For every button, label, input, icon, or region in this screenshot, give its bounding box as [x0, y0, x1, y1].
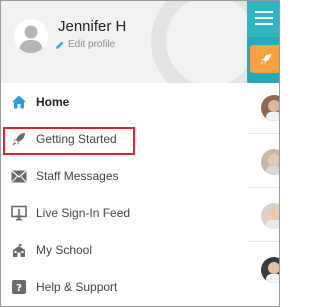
- menu-item-label: Home: [36, 95, 70, 109]
- menu-item-live-sign-in-feed[interactable]: Live Sign-In Feed: [1, 195, 247, 231]
- avatar[interactable]: [261, 203, 279, 229]
- user-name: Jennifer H: [58, 18, 127, 35]
- list-divider: [247, 133, 279, 134]
- avatar[interactable]: [261, 95, 279, 121]
- edit-profile-link[interactable]: Edit profile: [55, 39, 115, 50]
- menu-item-label: Staff Messages: [36, 169, 119, 183]
- help-icon: ?: [10, 278, 28, 296]
- app-header: [247, 1, 279, 37]
- menu-item-staff-messages[interactable]: Staff Messages: [1, 158, 247, 194]
- decorative-ring: [151, 1, 247, 83]
- list-divider: [247, 187, 279, 188]
- school-icon: [10, 241, 28, 259]
- edit-profile-label: Edit profile: [68, 39, 116, 50]
- navigation-drawer: Jennifer H Edit profile Home Getting Sta…: [1, 1, 247, 306]
- menu-item-label: My School: [36, 243, 93, 257]
- app-list: [247, 83, 279, 306]
- list-divider: [247, 241, 279, 242]
- sign-in-feed-icon: [10, 204, 28, 222]
- avatar-placeholder-icon[interactable]: [14, 19, 48, 53]
- menu-item-label: Help & Support: [36, 280, 118, 294]
- avatar[interactable]: [261, 257, 279, 283]
- background-app: [247, 1, 279, 306]
- menu-item-label: Live Sign-In Feed: [36, 206, 131, 220]
- profile-header: Jennifer H Edit profile: [1, 1, 247, 83]
- menu-item-my-school[interactable]: My School: [1, 232, 247, 268]
- rocket-icon: [259, 53, 271, 65]
- menu-item-help-support[interactable]: ? Help & Support: [1, 269, 247, 305]
- screen-frame: Jennifer H Edit profile Home Getting Sta…: [0, 0, 280, 307]
- svg-text:?: ?: [16, 283, 22, 294]
- highlight-annotation: [3, 127, 135, 155]
- avatar[interactable]: [261, 149, 279, 175]
- pencil-icon: [56, 41, 64, 49]
- menu-item-home[interactable]: Home: [1, 84, 247, 120]
- envelope-icon: [10, 167, 28, 185]
- home-icon: [10, 93, 28, 111]
- hamburger-icon[interactable]: [255, 11, 273, 25]
- app-getting-started-tab[interactable]: [250, 45, 279, 73]
